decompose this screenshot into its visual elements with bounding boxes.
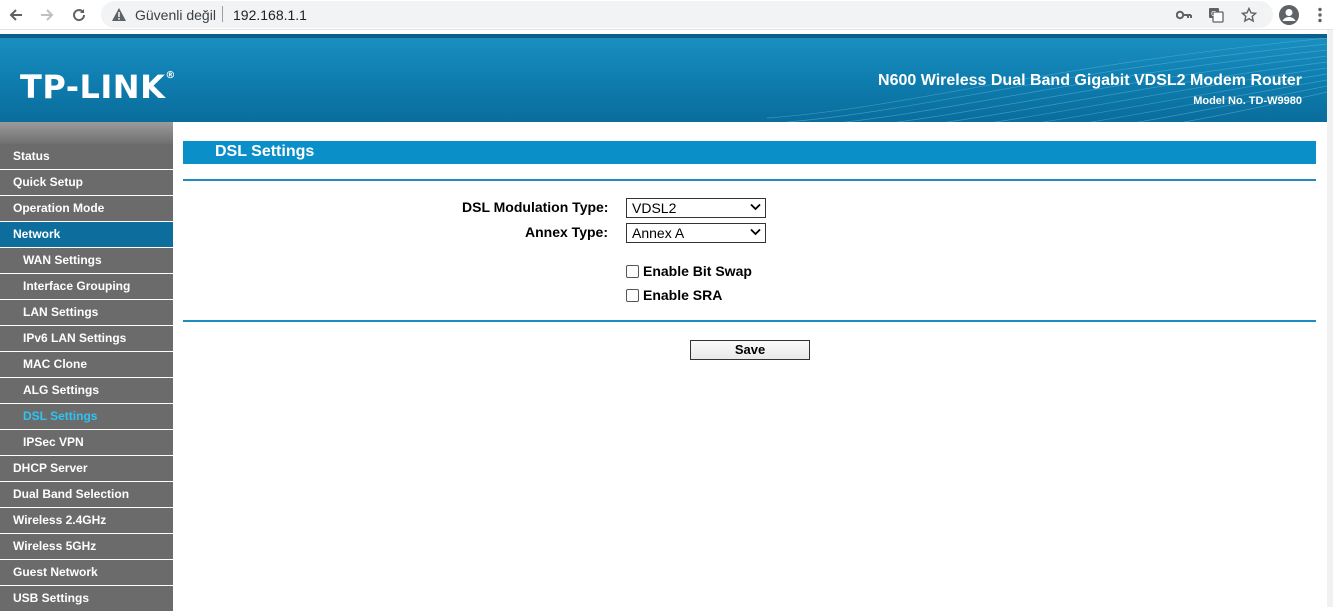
page-scrollbar[interactable] [1327, 30, 1333, 607]
back-button[interactable] [4, 3, 28, 27]
chevron-down-icon [750, 228, 761, 236]
router-banner: TP-LINK® N600 Wireless Dual Band Gigabit… [0, 34, 1327, 122]
sidebar-item-mac-clone[interactable]: MAC Clone [0, 352, 173, 378]
sidebar-item-dhcp-server[interactable]: DHCP Server [0, 456, 173, 482]
sidebar-item-status[interactable]: Status [0, 144, 173, 170]
enable-bit-swap-label[interactable]: Enable Bit Swap [643, 263, 752, 279]
page-title: DSL Settings [183, 141, 1316, 164]
sidebar-item-dual-band-selection[interactable]: Dual Band Selection [0, 482, 173, 508]
save-button[interactable]: Save [690, 340, 810, 360]
sidebar-item-guest-network[interactable]: Guest Network [0, 560, 173, 586]
modulation-type-select[interactable]: VDSL2 [626, 198, 766, 218]
enable-sra-checkbox[interactable] [626, 289, 639, 302]
key-icon[interactable] [1173, 4, 1195, 26]
more-vert-icon [1318, 7, 1322, 23]
translate-icon[interactable]: G [1205, 4, 1227, 26]
main-panel: DSL Settings DSL Modulation Type: VDSL2 … [183, 141, 1316, 360]
annex-type-select[interactable]: Annex A [626, 223, 766, 243]
sidebar-item-interface-grouping[interactable]: Interface Grouping [0, 274, 173, 300]
back-arrow-icon [9, 9, 22, 21]
forward-button[interactable] [35, 3, 59, 27]
sidebar-item-usb-settings[interactable]: USB Settings [0, 586, 173, 612]
sidebar-item-ipsec-vpn[interactable]: IPSec VPN [0, 430, 173, 456]
tp-link-logo: TP-LINK® [20, 68, 176, 106]
bookmark-star-icon[interactable] [1238, 4, 1260, 26]
sidebar-header-bar [0, 122, 173, 144]
sidebar-item-wireless-5ghz[interactable]: Wireless 5GHz [0, 534, 173, 560]
modulation-type-value: VDSL2 [632, 200, 677, 216]
address-bar[interactable]: Güvenli değil 192.168.1.1 G [101, 1, 1273, 28]
sidebar-item-ipv6-lan-settings[interactable]: IPv6 LAN Settings [0, 326, 173, 352]
url-divider [222, 6, 223, 22]
browser-menu-button[interactable] [1308, 3, 1332, 27]
annex-type-value: Annex A [632, 225, 685, 241]
sidebar-item-alg-settings[interactable]: ALG Settings [0, 378, 173, 404]
sidebar-item-lan-settings[interactable]: LAN Settings [0, 300, 173, 326]
reload-button[interactable] [67, 3, 91, 27]
svg-text:G: G [1211, 10, 1216, 18]
warning-icon [112, 8, 126, 21]
chevron-down-icon [750, 203, 761, 211]
product-name: N600 Wireless Dual Band Gigabit VDSL2 Mo… [878, 72, 1302, 89]
modulation-type-label: DSL Modulation Type: [462, 199, 609, 215]
sidebar-item-wan-settings[interactable]: WAN Settings [0, 248, 173, 274]
account-icon [1279, 5, 1299, 25]
sidebar-item-network[interactable]: Network [0, 222, 173, 248]
reload-icon [73, 9, 86, 22]
sidebar-item-dsl-settings[interactable]: DSL Settings [0, 404, 173, 430]
sidebar-menu: Status Quick Setup Operation Mode Networ… [0, 122, 173, 612]
forward-arrow-icon [41, 9, 54, 21]
sidebar-item-quick-setup[interactable]: Quick Setup [0, 170, 173, 196]
bottom-divider [183, 320, 1316, 322]
url-text[interactable]: 192.168.1.1 [233, 7, 307, 23]
enable-bit-swap-checkbox[interactable] [626, 265, 639, 278]
profile-avatar[interactable] [1277, 3, 1301, 27]
browser-toolbar: Güvenli değil 192.168.1.1 G [0, 0, 1333, 30]
enable-sra-label[interactable]: Enable SRA [643, 287, 722, 303]
security-status[interactable]: Güvenli değil [135, 7, 216, 23]
top-divider [183, 179, 1316, 181]
sidebar-item-wireless-24ghz[interactable]: Wireless 2.4GHz [0, 508, 173, 534]
sidebar-item-operation-mode[interactable]: Operation Mode [0, 196, 173, 222]
annex-type-label: Annex Type: [525, 224, 608, 240]
model-number: Model No. TD-W9980 [1193, 95, 1302, 107]
